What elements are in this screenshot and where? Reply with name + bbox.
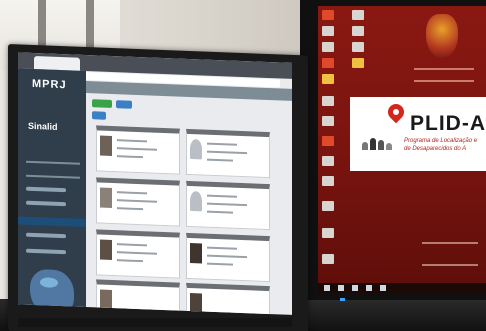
desktop-icon — [322, 116, 334, 126]
desktop-icon — [322, 228, 334, 238]
sidebar-item-active[interactable] — [18, 216, 86, 227]
left-monitor: MPRJ Sinalid — [8, 44, 308, 331]
info-block — [422, 242, 478, 266]
desktop-icon — [322, 254, 334, 264]
taskbar-icon — [338, 285, 344, 291]
crest-logo — [426, 14, 458, 58]
monitor-power-led — [340, 298, 345, 301]
left-monitor-screen: MPRJ Sinalid — [18, 52, 292, 315]
person-photo — [100, 135, 112, 156]
person-card[interactable] — [186, 128, 270, 179]
app-sidebar: MPRJ Sinalid — [18, 68, 86, 315]
plid-title: PLID-A — [410, 112, 486, 135]
desktop-icon — [322, 176, 334, 186]
person-photo — [190, 292, 202, 314]
desktop-icon — [352, 10, 364, 20]
plid-subtitle-1: Programa de Localização e — [404, 138, 478, 144]
filter-button[interactable] — [116, 100, 132, 109]
brazil-map — [30, 268, 74, 315]
person-photo — [100, 289, 112, 310]
person-card[interactable] — [96, 125, 180, 175]
plid-subtitle-2: de Desaparecidos do A — [404, 146, 467, 152]
person-card[interactable] — [186, 282, 270, 315]
sidebar-item[interactable] — [26, 248, 66, 255]
desktop-icon — [352, 42, 364, 52]
placeholder-avatar-icon — [190, 190, 202, 212]
person-card[interactable] — [96, 177, 180, 227]
right-taskbar — [318, 283, 486, 293]
person-card[interactable] — [96, 279, 180, 315]
desktop-icon — [322, 74, 334, 84]
brand-label: MPRJ — [32, 77, 67, 92]
photo-scene: PLID-A Programa de Localização e de Desa… — [0, 0, 486, 331]
person-photo — [100, 187, 112, 208]
highlighted-state — [40, 277, 58, 288]
add-button[interactable] — [92, 99, 112, 108]
desktop-icon — [322, 156, 334, 166]
sidebar-item[interactable] — [26, 232, 66, 239]
sidebar-subtitle — [26, 160, 80, 179]
desktop-icon — [322, 201, 334, 211]
person-photo — [190, 242, 202, 264]
desktop-icon — [352, 26, 364, 36]
crest-caption — [414, 68, 474, 82]
taskbar-icon — [352, 285, 358, 291]
person-card[interactable] — [96, 229, 180, 279]
desktop-icon — [322, 96, 334, 106]
people-icon — [360, 128, 394, 150]
placeholder-avatar-icon — [190, 138, 202, 160]
desktop-icon — [322, 42, 334, 52]
desktop-icon — [322, 58, 334, 68]
taskbar-icon — [380, 285, 386, 291]
left-taskbar — [18, 318, 292, 327]
person-card[interactable] — [186, 232, 270, 283]
sidebar-item[interactable] — [26, 200, 66, 207]
taskbar-icon — [324, 285, 330, 291]
desktop-icon — [322, 136, 334, 146]
desktop-icon — [322, 10, 334, 20]
person-card[interactable] — [186, 180, 270, 231]
secondary-button[interactable] — [92, 111, 106, 120]
sidebar-item[interactable] — [26, 186, 66, 193]
taskbar-icon — [366, 285, 372, 291]
desktop-icon — [322, 26, 334, 36]
desktop-icon — [352, 58, 364, 68]
sinalid-logo: Sinalid — [28, 120, 58, 132]
person-photo — [100, 239, 112, 260]
